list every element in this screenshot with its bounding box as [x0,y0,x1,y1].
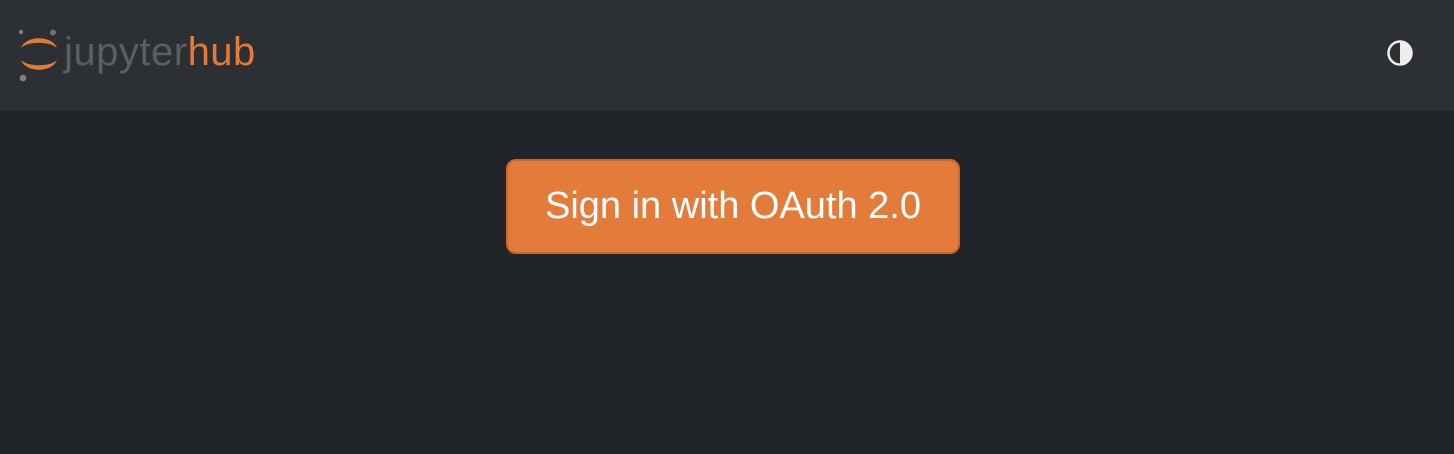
theme-toggle-button[interactable] [1385,38,1415,68]
contrast-half-circle-icon [1387,40,1413,66]
jupyterhub-wordmark: jupyterhub [64,23,256,81]
logo-text-hub: hub [187,30,256,74]
logo-text-jupyter: jupyter [64,30,188,74]
navbar: jupyterhub [0,0,1454,111]
sign-in-oauth-button[interactable]: Sign in with OAuth 2.0 [506,159,960,254]
main-content: Sign in with OAuth 2.0 [0,111,1454,454]
jupyter-logo-icon [18,29,57,82]
jupyterhub-logo[interactable]: jupyterhub [16,26,256,84]
